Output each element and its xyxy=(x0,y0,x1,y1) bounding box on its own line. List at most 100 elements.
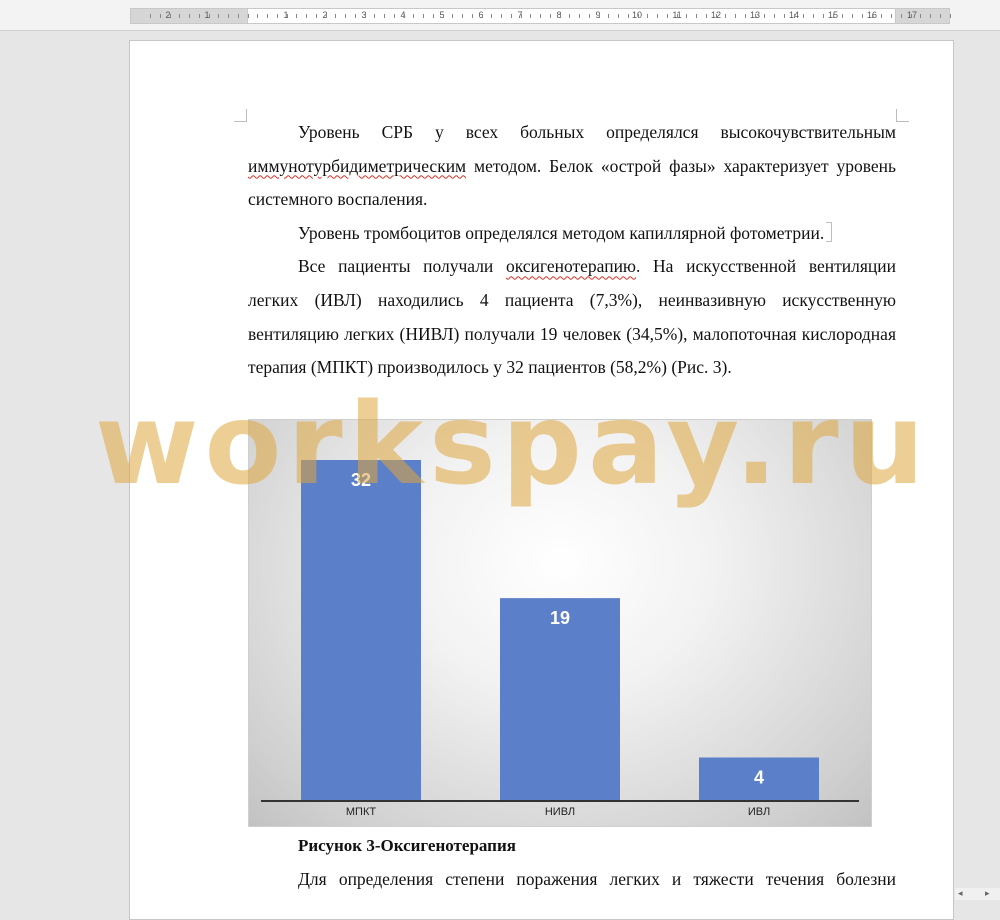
category-label: МПКТ xyxy=(346,806,376,818)
bar-МПКТ[interactable] xyxy=(301,460,421,800)
ruler-tick xyxy=(803,14,804,18)
ruler-tick xyxy=(335,14,336,18)
ruler-tick xyxy=(170,14,171,18)
document-page[interactable]: Уровень СРБ у всех больных определялся в… xyxy=(129,40,954,920)
spelling-error-word[interactable]: иммунотурбидиметрическим xyxy=(248,156,466,176)
ruler-tick xyxy=(813,14,814,18)
ruler-tick xyxy=(482,14,483,18)
ruler-tick xyxy=(764,14,765,18)
ruler-tick xyxy=(638,14,639,18)
chart-canvas: 32 МПКТ 19 НИВЛ 4 ИВЛ xyxy=(261,460,859,818)
ruler-tick xyxy=(160,14,161,18)
data-label: 19 xyxy=(550,608,570,628)
paragraph-oxygen[interactable]: Все пациенты получали оксигенотерапию. Н… xyxy=(248,250,896,384)
ruler-tick xyxy=(218,14,219,18)
ruler-tick xyxy=(413,14,414,18)
ruler-tick xyxy=(560,14,561,18)
ruler-tick xyxy=(521,14,522,18)
ruler-tick xyxy=(404,14,405,18)
ruler-right-margin[interactable] xyxy=(895,8,950,24)
ruler-tick xyxy=(852,14,853,18)
ruler-tick xyxy=(238,14,239,18)
ruler-tick xyxy=(569,14,570,18)
ruler-tick xyxy=(374,14,375,18)
ruler-tick xyxy=(491,14,492,18)
ruler-tick xyxy=(452,14,453,18)
ruler-tick xyxy=(872,14,873,18)
ruler-tick xyxy=(774,14,775,18)
ruler-tick xyxy=(755,14,756,18)
ruler-tick xyxy=(345,14,346,18)
ruler-tick xyxy=(940,14,941,18)
spelling-error-word[interactable]: оксигенотерапию xyxy=(506,256,636,276)
ruler-tick xyxy=(667,14,668,18)
ruler-tick xyxy=(930,14,931,18)
ruler-tick xyxy=(589,14,590,18)
ruler-tick xyxy=(209,14,210,18)
ruler-tick xyxy=(472,14,473,18)
ruler-tick xyxy=(501,14,502,18)
paragraph-crp[interactable]: Уровень СРБ у всех больных определялся в… xyxy=(248,116,896,217)
category-label: НИВЛ xyxy=(545,806,575,818)
margin-corner-marker xyxy=(234,109,247,122)
category-label: ИВЛ xyxy=(748,806,770,818)
ruler-tick xyxy=(784,14,785,18)
ruler-tick xyxy=(686,14,687,18)
ruler-tick xyxy=(384,14,385,18)
ruler-tick xyxy=(745,14,746,18)
bar-chart[interactable]: 32 МПКТ 19 НИВЛ 4 ИВЛ xyxy=(248,419,872,827)
ruler-tick xyxy=(179,14,180,18)
ruler-tick xyxy=(277,14,278,18)
ruler-tick xyxy=(677,14,678,18)
ruler-tick xyxy=(833,14,834,18)
figure-caption: Рисунок 3-Оксигенотерапия xyxy=(298,836,516,855)
document-body[interactable]: Уровень СРБ у всех больных определялся в… xyxy=(248,116,896,385)
ruler-tick xyxy=(150,14,151,18)
ruler-tick xyxy=(355,14,356,18)
ruler-tick xyxy=(725,14,726,18)
scroll-right-icon[interactable]: ▸ xyxy=(985,889,990,899)
horizontal-ruler[interactable]: 211234567891011121314151617 xyxy=(0,0,1000,31)
paragraph-next: Для определения степени поражения легких… xyxy=(298,869,896,889)
bar-НИВЛ[interactable] xyxy=(500,598,620,800)
ruler-tick xyxy=(706,14,707,18)
ruler-tick xyxy=(716,14,717,18)
text-run: Уровень тромбоцитов определялся методом … xyxy=(298,222,825,243)
margin-corner-marker xyxy=(896,109,909,122)
text-run: Все пациенты получали xyxy=(298,256,506,277)
text-run: Уровень СРБ у всех больных определялся в… xyxy=(298,122,896,142)
ruler-tick xyxy=(287,14,288,18)
ruler-tick xyxy=(462,14,463,18)
ruler-tick xyxy=(550,14,551,18)
ruler-tick xyxy=(823,14,824,18)
ruler-number: 10 xyxy=(631,10,643,20)
data-label: 32 xyxy=(351,470,371,490)
ruler-tick xyxy=(696,14,697,18)
ruler-tick xyxy=(306,14,307,18)
ruler-tick xyxy=(618,14,619,18)
ruler-tick xyxy=(267,14,268,18)
scroll-left-icon[interactable]: ◂ xyxy=(958,889,963,899)
ruler-tick xyxy=(891,14,892,18)
ruler-tick xyxy=(316,14,317,18)
ruler-tick xyxy=(248,14,249,18)
ruler-tick xyxy=(579,14,580,18)
ruler-tick xyxy=(911,14,912,18)
ruler-tick xyxy=(794,14,795,18)
ruler-tick xyxy=(530,14,531,18)
ruler-tick xyxy=(881,14,882,18)
ruler-tick xyxy=(920,14,921,18)
ruler-tick xyxy=(257,14,258,18)
ruler-tick xyxy=(228,14,229,18)
paragraph-platelets[interactable]: Уровень тромбоцитов определялся методом … xyxy=(248,217,896,251)
ruler-tick xyxy=(443,14,444,18)
ruler-tick xyxy=(540,14,541,18)
ruler-tick xyxy=(365,14,366,18)
ruler-tick xyxy=(628,14,629,18)
ruler-tick xyxy=(511,14,512,18)
ruler-tick xyxy=(394,14,395,18)
ruler-tick xyxy=(199,14,200,18)
ruler-tick xyxy=(296,14,297,18)
ruler-number: 17 xyxy=(906,10,918,20)
ruler-tick xyxy=(599,14,600,18)
